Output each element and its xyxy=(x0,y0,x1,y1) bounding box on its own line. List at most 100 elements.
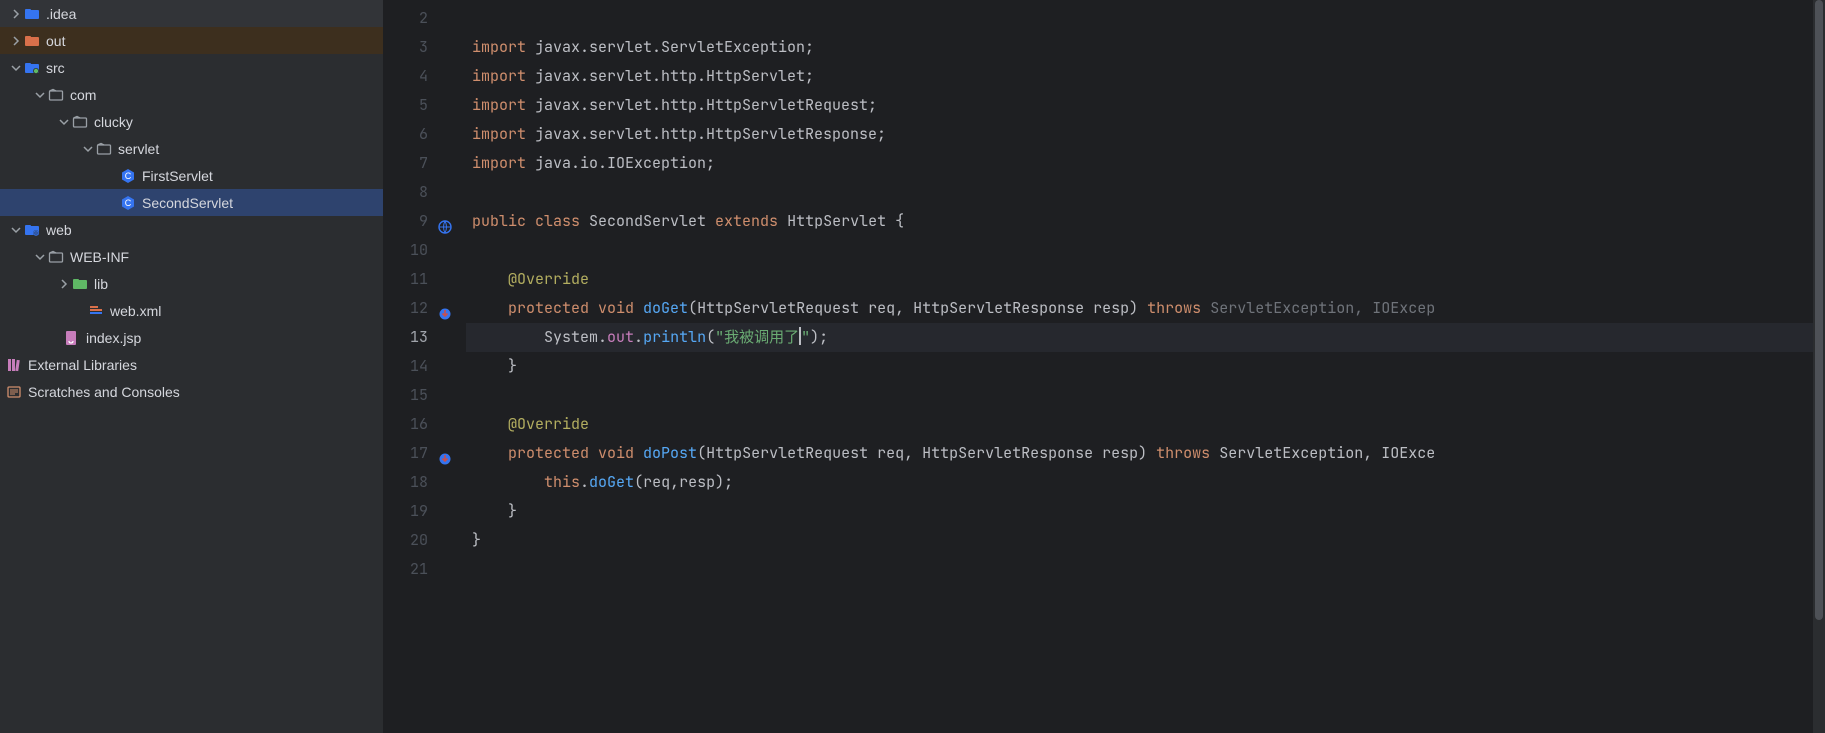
tree-node-scratches[interactable]: Scratches and Consoles xyxy=(0,378,383,405)
jsp-file-icon xyxy=(64,330,80,346)
line-number[interactable]: 2 xyxy=(384,4,466,33)
code-line[interactable]: @Override xyxy=(466,265,1825,294)
tree-label: out xyxy=(46,33,65,49)
line-number[interactable]: 5 xyxy=(384,91,466,120)
code-line[interactable]: System.out.println("我被调用了"); xyxy=(466,323,1825,352)
tree-label: index.jsp xyxy=(86,330,141,346)
url-mapping-icon[interactable] xyxy=(438,215,452,229)
class-icon: C xyxy=(120,168,136,184)
line-number[interactable]: 9 xyxy=(384,207,466,236)
override-icon[interactable] xyxy=(438,447,452,461)
override-icon[interactable] xyxy=(438,302,452,316)
code-line[interactable]: import javax.servlet.http.HttpServletReq… xyxy=(466,91,1825,120)
package-icon xyxy=(48,87,64,103)
vertical-scrollbar[interactable] xyxy=(1813,0,1825,733)
tree-node-servlet[interactable]: servlet xyxy=(0,135,383,162)
code-line[interactable]: protected void doGet(HttpServletRequest … xyxy=(466,294,1825,323)
line-number[interactable]: 3 xyxy=(384,33,466,62)
tree-label: lib xyxy=(94,276,108,292)
tree-label: WEB-INF xyxy=(70,249,129,265)
tree-node-external-libraries[interactable]: External Libraries xyxy=(0,351,383,378)
tree-label: servlet xyxy=(118,141,159,157)
tree-label: .idea xyxy=(46,6,76,22)
tree-label: External Libraries xyxy=(28,357,137,373)
ide-root: .idea out src com clucky servlet xyxy=(0,0,1825,733)
code-line[interactable]: this.doGet(req,resp); xyxy=(466,468,1825,497)
tree-label: FirstServlet xyxy=(142,168,213,184)
chevron-right-icon[interactable] xyxy=(8,33,24,49)
code-line[interactable]: public class SecondServlet extends HttpS… xyxy=(466,207,1825,236)
folder-out-icon xyxy=(24,33,40,49)
tree-node-out[interactable]: out xyxy=(0,27,383,54)
code-line[interactable]: } xyxy=(466,352,1825,381)
chevron-right-icon[interactable] xyxy=(8,6,24,22)
folder-icon xyxy=(48,249,64,265)
folder-web-icon xyxy=(24,222,40,238)
line-number[interactable]: 15 xyxy=(384,381,466,410)
line-number[interactable]: 6 xyxy=(384,120,466,149)
line-number[interactable]: 11 xyxy=(384,265,466,294)
code-line[interactable] xyxy=(466,381,1825,410)
code-line[interactable]: import javax.servlet.ServletException; xyxy=(466,33,1825,62)
tree-label: com xyxy=(70,87,96,103)
tree-node-src[interactable]: src xyxy=(0,54,383,81)
external-libraries-icon xyxy=(6,357,22,373)
project-tree[interactable]: .idea out src com clucky servlet xyxy=(0,0,384,733)
line-number[interactable]: 7 xyxy=(384,149,466,178)
line-number[interactable]: 12 xyxy=(384,294,466,323)
class-icon: C xyxy=(120,195,136,211)
tree-label: Scratches and Consoles xyxy=(28,384,180,400)
code-editor[interactable]: 2 3 4 5 6 7 8 9 10 11 12 13 14 15 16 17 xyxy=(384,0,1825,733)
package-icon xyxy=(96,141,112,157)
tree-node-webxml[interactable]: web.xml xyxy=(0,297,383,324)
code-line[interactable]: protected void doPost(HttpServletRequest… xyxy=(466,439,1825,468)
code-line[interactable]: import java.io.IOException; xyxy=(466,149,1825,178)
line-number[interactable]: 20 xyxy=(384,526,466,555)
line-number[interactable]: 21 xyxy=(384,555,466,584)
line-number[interactable]: 14 xyxy=(384,352,466,381)
code-line[interactable] xyxy=(466,236,1825,265)
code-line[interactable] xyxy=(466,178,1825,207)
folder-lib-icon xyxy=(72,276,88,292)
tree-node-web[interactable]: web xyxy=(0,216,383,243)
tree-node-clucky[interactable]: clucky xyxy=(0,108,383,135)
chevron-down-icon[interactable] xyxy=(8,60,24,76)
code-line[interactable]: @Override xyxy=(466,410,1825,439)
tree-node-webinf[interactable]: WEB-INF xyxy=(0,243,383,270)
chevron-right-icon[interactable] xyxy=(56,276,72,292)
tree-node-firstservlet[interactable]: C FirstServlet xyxy=(0,162,383,189)
scratches-icon xyxy=(6,384,22,400)
code-line[interactable] xyxy=(466,4,1825,33)
tree-label: web.xml xyxy=(110,303,161,319)
line-number[interactable]: 19 xyxy=(384,497,466,526)
tree-node-secondservlet[interactable]: C SecondServlet xyxy=(0,189,383,216)
tree-node-lib[interactable]: lib xyxy=(0,270,383,297)
line-number[interactable]: 13 xyxy=(384,323,466,352)
code-line[interactable]: } xyxy=(466,497,1825,526)
xml-file-icon xyxy=(88,303,104,319)
chevron-down-icon[interactable] xyxy=(8,222,24,238)
svg-text:C: C xyxy=(125,171,132,181)
code-line[interactable]: import javax.servlet.http.HttpServlet; xyxy=(466,62,1825,91)
tree-node-indexjsp[interactable]: index.jsp xyxy=(0,324,383,351)
code-line[interactable]: } xyxy=(466,526,1825,555)
folder-idea-icon xyxy=(24,6,40,22)
chevron-down-icon[interactable] xyxy=(32,249,48,265)
editor-gutter[interactable]: 2 3 4 5 6 7 8 9 10 11 12 13 14 15 16 17 xyxy=(384,0,466,733)
line-number[interactable]: 17 xyxy=(384,439,466,468)
tree-node-com[interactable]: com xyxy=(0,81,383,108)
line-number[interactable]: 8 xyxy=(384,178,466,207)
tree-node-idea[interactable]: .idea xyxy=(0,0,383,27)
line-number[interactable]: 4 xyxy=(384,62,466,91)
chevron-down-icon[interactable] xyxy=(80,141,96,157)
tree-label: SecondServlet xyxy=(142,195,233,211)
chevron-down-icon[interactable] xyxy=(56,114,72,130)
line-number[interactable]: 10 xyxy=(384,236,466,265)
line-number[interactable]: 16 xyxy=(384,410,466,439)
code-area[interactable]: import javax.servlet.ServletException; i… xyxy=(466,0,1825,733)
scrollbar-thumb[interactable] xyxy=(1815,0,1823,620)
code-line[interactable] xyxy=(466,555,1825,584)
chevron-down-icon[interactable] xyxy=(32,87,48,103)
code-line[interactable]: import javax.servlet.http.HttpServletRes… xyxy=(466,120,1825,149)
line-number[interactable]: 18 xyxy=(384,468,466,497)
